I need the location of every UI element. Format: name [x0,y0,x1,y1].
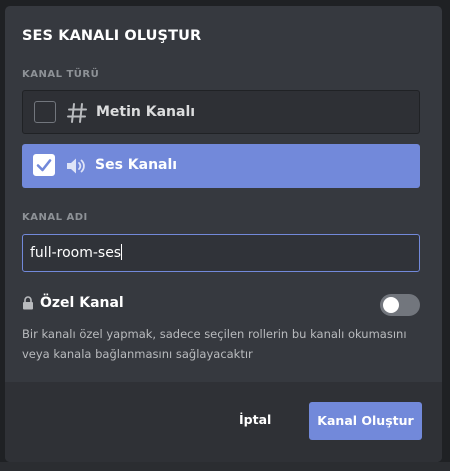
option-voice-channel[interactable]: Ses Kanalı [22,144,420,188]
private-channel-label: Özel Kanal [40,295,124,311]
private-channel-toggle[interactable] [380,294,420,316]
voice-channel-label: Ses Kanalı [95,157,178,173]
private-channel-row: Özel Kanal [22,294,422,316]
channel-name-value: full-room-ses [30,245,122,261]
create-channel-modal: SES KANALI OLUŞTUR KANAL TÜRÜ Metin Kana… [5,6,442,462]
hash-icon [67,103,87,123]
modal-title: SES KANALI OLUŞTUR [22,28,202,44]
private-channel-description: Bir kanalı özel yapmak, sadece seçilen r… [22,327,407,361]
toggle-knob [383,297,399,313]
cancel-button[interactable]: İptal [239,412,271,427]
create-channel-button[interactable]: Kanal Oluştur [309,402,422,440]
text-channel-checkbox[interactable] [34,101,56,123]
checkmark-icon [36,159,52,172]
text-caret [121,244,123,260]
text-channel-label: Metin Kanalı [96,104,196,120]
channel-name-label: KANAL ADI [22,212,88,223]
channel-name-input[interactable]: full-room-ses [22,234,420,272]
modal-footer: İptal Kanal Oluştur [5,382,442,462]
option-text-channel[interactable]: Metin Kanalı [22,90,420,134]
lock-icon [23,296,33,310]
background-strip [0,462,450,471]
voice-channel-checkbox[interactable] [33,154,55,176]
channel-type-label: KANAL TÜRÜ [22,69,100,80]
speaker-icon [67,158,85,174]
